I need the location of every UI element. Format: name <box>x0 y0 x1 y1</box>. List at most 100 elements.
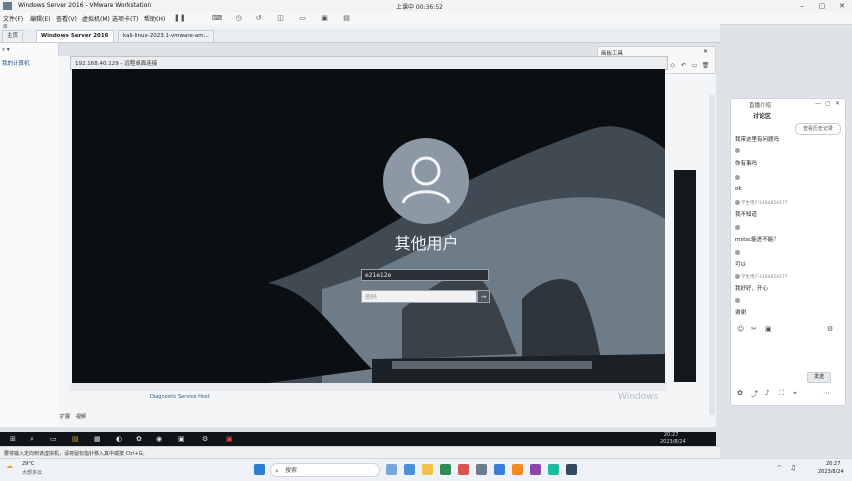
library-item-my-computer[interactable]: 我的计算机 <box>2 59 30 67</box>
more-icon[interactable]: ⋯ <box>823 389 830 397</box>
chat-minimize-icon[interactable]: — <box>815 100 821 107</box>
network-icon[interactable]: ⌔ <box>776 464 783 473</box>
vmware-icon[interactable] <box>476 464 487 475</box>
chat-avatar <box>735 148 740 153</box>
clock-date[interactable]: 2023/8/24 <box>818 469 844 475</box>
remote-desktop-screen[interactable] <box>72 69 665 383</box>
weather-temp[interactable]: 29°C <box>22 461 34 467</box>
app-icon[interactable]: ◐ <box>116 435 122 443</box>
weather-icon[interactable]: ☁ <box>6 462 13 470</box>
screen-icon[interactable]: ▭ <box>690 62 699 70</box>
tab-kali[interactable]: kali-linux-2023.1-vmware-am... <box>118 30 214 42</box>
eraser-icon[interactable]: ◇ <box>668 62 677 70</box>
app-icon[interactable]: ◉ <box>156 435 162 443</box>
service-item[interactable]: Diagnostic Service Host <box>150 394 209 400</box>
password-input[interactable]: 密码 <box>361 290 477 303</box>
lock-screen-username: 其他用户 <box>394 234 459 253</box>
send-keys-icon[interactable]: ⌨ <box>212 14 222 22</box>
image-icon[interactable]: ▣ <box>765 325 772 333</box>
minimize-button[interactable]: – <box>792 0 812 12</box>
flower-icon[interactable]: ✿ <box>737 389 743 397</box>
background-services-list: Diagnostic Service Host <box>150 394 390 406</box>
menu-vm[interactable]: 虚拟机(M) <box>82 14 110 23</box>
bottom-tab-extend[interactable]: 扩展 <box>60 413 70 420</box>
chat-panel: 直播介绍 — ▢ ✕ 讨论区 查看历史记录 我带这里有问题吗 你有事吗 ok 学… <box>730 98 846 406</box>
clock-time[interactable]: 20:27 <box>826 461 840 467</box>
send-button[interactable]: 发送 <box>807 372 831 383</box>
snapshot-icon[interactable]: ◷ <box>234 14 243 22</box>
search-icon[interactable]: ⌕ <box>30 435 34 444</box>
scissors-icon[interactable]: ✂ <box>751 325 757 333</box>
remote-desktop-title: 192.168.40.129 - 远程桌面连接 <box>75 61 158 67</box>
volume-icon[interactable]: ♫ <box>790 464 796 472</box>
app-icon[interactable] <box>512 464 523 475</box>
fullscreen-icon[interactable]: ⛶ <box>779 389 784 398</box>
task-view-icon[interactable]: ▭ <box>50 435 57 443</box>
app-icon[interactable]: ⚙ <box>202 435 208 443</box>
app-icon[interactable] <box>440 464 451 475</box>
vertical-scrollbar[interactable] <box>709 95 715 415</box>
chat-message: ok <box>735 186 742 192</box>
maximize-button[interactable]: ▢ <box>812 0 832 12</box>
password-submit-button[interactable]: → <box>477 290 490 303</box>
app-icon[interactable]: ▣ <box>178 435 185 443</box>
pause-icon[interactable]: ❚❚ <box>174 14 186 22</box>
app-icon[interactable] <box>494 464 505 475</box>
menu-help[interactable]: 帮助(H) <box>144 14 165 23</box>
bottom-tabs: 扩展 视频 <box>58 412 158 422</box>
menu-edit[interactable]: 编辑(E) <box>30 14 50 23</box>
library-panel: ⌕ ▾ 我的计算机 <box>0 43 59 427</box>
revert-icon[interactable]: ↺ <box>254 14 263 22</box>
fullscreen-icon[interactable]: ▭ <box>298 14 307 22</box>
file-explorer-icon[interactable] <box>422 464 433 475</box>
chat-header-label[interactable]: 直播介绍 <box>749 101 771 109</box>
rdp-app-icon[interactable]: ▣ <box>226 435 233 443</box>
app-icon[interactable] <box>566 464 577 475</box>
browser-icon[interactable] <box>404 464 415 475</box>
tab-home[interactable]: 主页 <box>2 30 24 42</box>
menu-view[interactable]: 查看(V) <box>56 14 77 23</box>
chat-message: 我带这里有问题吗 <box>735 137 780 143</box>
tab-windows-server[interactable]: Windows Server 2016 <box>36 30 114 42</box>
task-view-icon[interactable] <box>386 464 397 475</box>
vm-guest-taskbar: ⊞ ⌕ ▭ ▤ ▦ ◐ ✿ ◉ ▣ ⚙ ▣ 20:27 2023/8/24 <box>0 432 716 446</box>
app-icon[interactable]: ✿ <box>136 435 142 443</box>
chat-avatar <box>735 250 740 255</box>
chat-close-icon[interactable]: ✕ <box>835 100 840 107</box>
menu-tabs[interactable]: 选项卡(T) <box>112 14 138 23</box>
bottom-tab-video[interactable]: 视频 <box>76 413 86 420</box>
lock-screen-background <box>72 69 665 383</box>
start-icon[interactable]: ⊞ <box>10 435 16 443</box>
toolbar-close-icon[interactable]: ✕ <box>703 48 708 55</box>
weather-desc[interactable]: 大部多云 <box>22 469 42 476</box>
user-avatar <box>383 138 469 224</box>
chat-history-button[interactable]: 查看历史记录 <box>795 123 841 135</box>
search-icon: ⌕ <box>275 467 279 475</box>
windows-start-icon[interactable] <box>254 464 265 475</box>
location-icon[interactable]: ⌖ <box>793 389 797 398</box>
close-button[interactable]: ✕ <box>832 0 852 12</box>
library-search-icon[interactable]: ⌕ ▾ <box>2 47 10 54</box>
menu-file[interactable]: 文件(F) <box>3 14 23 23</box>
settings-icon[interactable]: ⚙ <box>827 325 833 333</box>
search-placeholder: 搜索 <box>285 467 298 474</box>
share-icon[interactable]: ⤴ <box>751 389 758 399</box>
app-icon[interactable] <box>548 464 559 475</box>
chat-message: 我好好，开心 <box>735 286 769 292</box>
username-input[interactable]: e21e12e <box>361 269 489 281</box>
chat-maximize-icon[interactable]: ▢ <box>825 100 831 107</box>
manage-snapshots-icon[interactable]: ◫ <box>276 14 285 22</box>
undo-icon[interactable]: ↶ <box>679 62 688 70</box>
app-icon[interactable] <box>530 464 541 475</box>
app-icon[interactable] <box>458 464 469 475</box>
delete-icon[interactable]: 🗑 <box>701 62 710 70</box>
chat-username: 学生用户1464854177 <box>741 275 788 280</box>
emoji-icon[interactable]: ☺ <box>737 325 744 333</box>
explorer-icon[interactable]: ▤ <box>72 435 79 443</box>
music-icon[interactable]: ♪ <box>765 389 769 397</box>
unity-icon[interactable]: ▣ <box>320 14 329 22</box>
remote-desktop-bottom-edge <box>70 383 666 391</box>
console-view-icon[interactable]: ▤ <box>342 14 351 22</box>
taskbar-search[interactable]: ⌕ 搜索 <box>270 463 380 477</box>
server-manager-icon[interactable]: ▦ <box>94 435 101 443</box>
